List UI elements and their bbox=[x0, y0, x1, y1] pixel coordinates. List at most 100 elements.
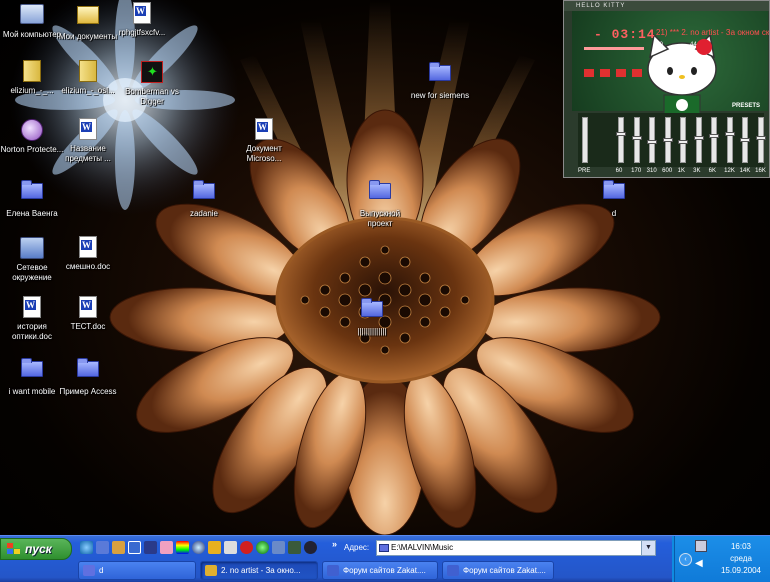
winamp-eq-band-label: 14K bbox=[739, 168, 751, 174]
center-folder-icon[interactable]: |||||||||||||| bbox=[340, 296, 404, 337]
address-bar-input[interactable]: E:\MALVIN\Music ▼ bbox=[376, 540, 656, 556]
winamp-display: - 03:14 21) *** 2. no artist - За окном … bbox=[572, 11, 769, 121]
winamp-quicklaunch-icon[interactable] bbox=[208, 541, 221, 554]
desktop-icon-label: i want mobile bbox=[8, 387, 56, 396]
winamp-eq-knob[interactable] bbox=[662, 138, 673, 142]
ie-quicklaunch-icon[interactable] bbox=[80, 541, 93, 554]
winamp-eq-labels: PRE 60 170 310 600 1K 3K 6K 12K 14K 16K bbox=[578, 168, 766, 174]
norton-protected-icon[interactable]: Norton Protecte... bbox=[0, 118, 64, 155]
tray-expand-chevron-icon[interactable]: ‹ bbox=[679, 553, 692, 566]
desktop-icon-label: история оптики.doc bbox=[11, 322, 52, 341]
start-button[interactable]: пуск bbox=[0, 538, 72, 560]
winamp-eq-band-label: 1K bbox=[677, 168, 686, 174]
elizium-archive-1-icon[interactable]: elizium_-_... bbox=[0, 60, 64, 96]
network-neighborhood-icon[interactable]: Сетевое окружение bbox=[0, 236, 64, 283]
rphgjtfsxcfv-doc-icon[interactable]: rphgjtfsxcfv... bbox=[110, 2, 174, 38]
mydocs-icon bbox=[76, 6, 100, 30]
winamp-seek-bar[interactable] bbox=[584, 47, 644, 50]
desktop-quicklaunch-icon[interactable] bbox=[96, 541, 109, 554]
istoriya-optiki-doc-icon[interactable]: история оптики.doc bbox=[0, 296, 64, 342]
desktop-icon-label: |||||||||||||| bbox=[357, 327, 387, 336]
winamp-eq-band-label: 60 bbox=[615, 168, 623, 174]
bomberman-digger-icon[interactable]: Bomberman vs Digger bbox=[120, 60, 184, 107]
rainbow-quicklaunch-icon[interactable] bbox=[176, 541, 189, 554]
winamp-eq-slider-16K[interactable] bbox=[757, 117, 764, 163]
d-folder-icon[interactable]: d bbox=[582, 178, 646, 219]
doc-icon bbox=[76, 236, 100, 260]
doc-icon bbox=[20, 296, 44, 320]
network-status-icon[interactable] bbox=[695, 540, 707, 552]
my-computer-icon[interactable]: Мой компьютер bbox=[0, 2, 64, 40]
task-label: 2. no artist - За окно... bbox=[221, 566, 301, 575]
nazvanie-predmety-doc-icon[interactable]: Название предметы ... bbox=[56, 118, 120, 164]
winamp-eq-slider-12K[interactable] bbox=[726, 117, 733, 163]
desktop-icon-label: Мой компьютер bbox=[2, 30, 62, 39]
folder-icon bbox=[602, 180, 626, 207]
winamp-eq-knob[interactable] bbox=[740, 138, 750, 142]
winamp-eq-knob[interactable] bbox=[616, 131, 626, 136]
vypusknoy-proekt-folder-icon[interactable]: Выпускной проект bbox=[348, 178, 412, 229]
winamp-bitrate: 120 bbox=[653, 42, 664, 48]
folder-icon bbox=[192, 180, 216, 207]
volume-icon[interactable]: ◀ bbox=[695, 558, 707, 570]
task-app-icon bbox=[447, 565, 459, 576]
winamp-eq-knob[interactable] bbox=[678, 140, 688, 145]
winamp-eq-knob[interactable] bbox=[631, 135, 642, 140]
desktop-icon-label: Название предметы ... bbox=[65, 144, 111, 163]
winamp-eq-slider-60[interactable] bbox=[618, 117, 624, 163]
pc-icon bbox=[20, 4, 44, 28]
winamp-eq-knob[interactable] bbox=[709, 133, 719, 138]
winamp-stop-button[interactable] bbox=[632, 69, 642, 77]
winamp-prev-button[interactable] bbox=[584, 69, 594, 77]
opera-quicklaunch-icon[interactable] bbox=[240, 541, 253, 554]
address-dropdown-chevron-icon[interactable]: ▼ bbox=[641, 541, 655, 555]
media-quicklaunch-icon[interactable] bbox=[144, 541, 157, 554]
globe2-quicklaunch-icon[interactable] bbox=[256, 541, 269, 554]
test-doc-icon[interactable]: ТЕСТ.doc bbox=[56, 296, 120, 332]
winamp-title-bar[interactable]: HELLO KITTY bbox=[564, 1, 769, 11]
winamp-presets-button[interactable]: PRESETS bbox=[732, 103, 760, 109]
toolbar-overflow-chevron[interactable]: » bbox=[332, 539, 337, 549]
i-want-mobile-folder-icon[interactable]: i want mobile bbox=[0, 356, 64, 397]
winamp-preamp-slider[interactable] bbox=[582, 117, 588, 163]
hat-quicklaunch-icon[interactable] bbox=[112, 541, 125, 554]
winamp-player-window[interactable]: HELLO KITTY - 03:14 21) *** 2. no artist… bbox=[563, 0, 770, 178]
winamp-eq-knob[interactable] bbox=[724, 131, 735, 136]
winamp-eq-slider-6K[interactable] bbox=[711, 117, 717, 163]
elena-vaenga-folder-icon[interactable]: Елена Ваенга bbox=[0, 178, 64, 219]
winamp-eq-knob[interactable] bbox=[647, 140, 657, 145]
tray-clock[interactable]: 16:03 среда 15.09.2004 bbox=[713, 541, 769, 577]
taskbar-button-3[interactable]: Форум сайтов Zakat.... bbox=[322, 561, 438, 580]
start-button-label: пуск bbox=[25, 542, 52, 556]
smeshno-doc-icon[interactable]: смешно.doc bbox=[56, 236, 120, 272]
taskbar-button-4[interactable]: Форум сайтов Zakat.... bbox=[442, 561, 554, 580]
eye-quicklaunch-icon[interactable] bbox=[304, 541, 317, 554]
winamp-pause-button[interactable] bbox=[616, 69, 626, 77]
network-quicklaunch-icon[interactable] bbox=[272, 541, 285, 554]
desktop-icon-label: Елена Ваенга bbox=[6, 209, 58, 218]
document-quicklaunch-icon[interactable] bbox=[224, 541, 237, 554]
task-app-icon bbox=[205, 565, 217, 576]
desktop-icon-label: d bbox=[611, 209, 617, 218]
task-label: Форум сайтов Zakat.... bbox=[463, 566, 546, 575]
taskbar-button-2[interactable]: 2. no artist - За окно... bbox=[200, 561, 318, 580]
winamp-eq-slider-170[interactable] bbox=[633, 117, 640, 163]
window-quicklaunch-icon[interactable] bbox=[128, 541, 141, 554]
winamp-eq-knob[interactable] bbox=[693, 135, 704, 140]
winamp-eq-slider-3K[interactable] bbox=[695, 117, 702, 163]
elizium-archive-2-icon[interactable]: elizium_-_osl... bbox=[56, 60, 120, 96]
new-for-siemens-folder-icon[interactable]: new for siemens bbox=[408, 60, 472, 101]
dokument-microsoft-icon[interactable]: Документ Microso... bbox=[232, 118, 296, 164]
winamp-time-display[interactable]: - 03:14 bbox=[594, 27, 656, 42]
folder-icon bbox=[76, 358, 100, 385]
primer-access-folder-icon[interactable]: Пример Access bbox=[56, 356, 120, 397]
winamp-eq-knob[interactable] bbox=[755, 135, 766, 140]
globe-quicklaunch-icon[interactable] bbox=[192, 541, 205, 554]
cat-quicklaunch-icon[interactable] bbox=[160, 541, 173, 554]
shield-quicklaunch-icon[interactable] bbox=[288, 541, 301, 554]
desktop-icon-label: Пример Access bbox=[59, 387, 117, 396]
taskbar-button-1[interactable]: d bbox=[78, 561, 196, 580]
zadanie-folder-icon[interactable]: zadanie bbox=[172, 178, 236, 219]
winamp-play-button[interactable] bbox=[600, 69, 610, 77]
winamp-eq-band-label: 310 bbox=[646, 168, 657, 174]
